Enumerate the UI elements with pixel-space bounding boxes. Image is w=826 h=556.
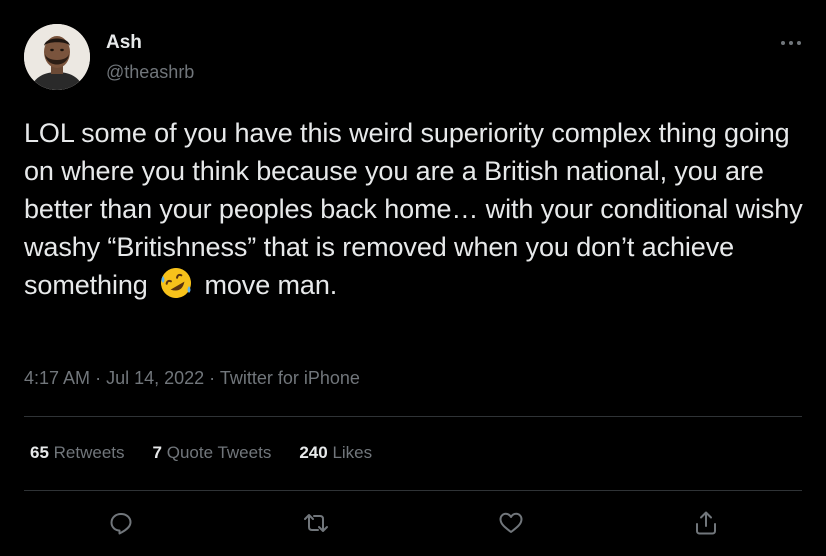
quote-tweets-stat[interactable]: 7 Quote Tweets [153, 443, 272, 463]
likes-count: 240 [299, 443, 328, 462]
retweets-label: Retweets [53, 443, 125, 462]
quote-tweets-label: Quote Tweets [166, 443, 272, 462]
divider-top [24, 416, 802, 417]
tweet-actions [0, 509, 826, 537]
tweet-source[interactable]: Twitter for iPhone [220, 368, 360, 388]
user-handle[interactable]: @theashrb [106, 62, 194, 83]
like-button[interactable] [497, 509, 525, 537]
quote-tweets-count: 7 [152, 443, 162, 462]
tweet-text: LOL some of you have this weird superior… [24, 114, 814, 304]
tweet-metadata: 4:17 AM · Jul 14, 2022 · Twitter for iPh… [24, 368, 360, 389]
retweet-icon [304, 514, 328, 532]
avatar[interactable] [24, 24, 90, 90]
heart-icon [499, 512, 523, 533]
share-button[interactable] [692, 509, 720, 537]
likes-label: Likes [332, 443, 373, 462]
share-icon [696, 511, 716, 535]
tweet-text-main: LOL some of you have this weird superior… [24, 118, 803, 300]
tweet-container: Ash @theashrb LOL some of you have this … [0, 0, 826, 556]
reply-icon [110, 513, 132, 535]
retweets-stat[interactable]: 65 Retweets [30, 443, 125, 463]
meta-separator: · [209, 368, 216, 388]
rolling-on-floor-laughing-emoji-icon [159, 266, 193, 300]
divider-bottom [24, 490, 802, 491]
user-display-name[interactable]: Ash [106, 32, 142, 54]
meta-separator: · [95, 368, 102, 388]
more-options-button[interactable] [778, 36, 804, 50]
reply-button[interactable] [107, 509, 135, 537]
avatar-image [24, 24, 90, 90]
tweet-date[interactable]: Jul 14, 2022 [106, 368, 204, 388]
more-horizontal-icon [781, 41, 801, 45]
likes-stat[interactable]: 240 Likes [299, 443, 372, 463]
retweets-count: 65 [30, 443, 49, 462]
tweet-text-end: move man. [204, 270, 338, 300]
tweet-time[interactable]: 4:17 AM [24, 368, 90, 388]
tweet-stats: 65 Retweets 7 Quote Tweets 240 Likes [30, 443, 400, 463]
retweet-button[interactable] [302, 509, 330, 537]
